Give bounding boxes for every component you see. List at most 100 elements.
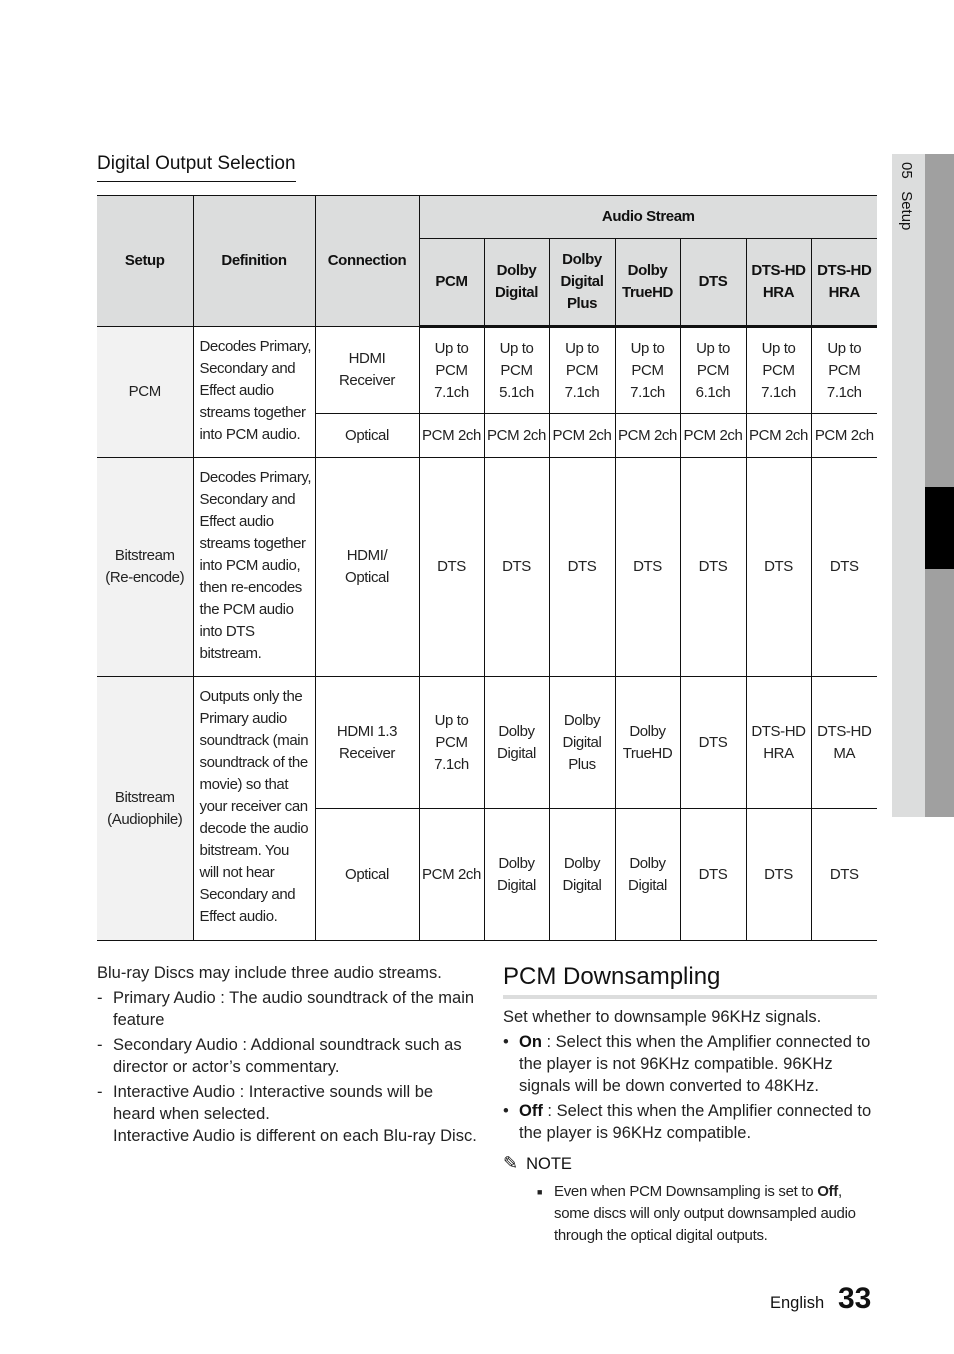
- pencil-icon: ✎: [503, 1153, 519, 1173]
- note-text-bold: Off: [817, 1183, 838, 1200]
- footer-language: English: [770, 1294, 825, 1312]
- option-label: Off: [519, 1102, 543, 1120]
- digital-output-table: Setup Definition Connection Audio Stream…: [97, 195, 878, 941]
- stream-output-cell: DTS: [548, 457, 616, 677]
- table-row: Bitstream (Audiophile) Outputs only the P…: [97, 676, 878, 941]
- header-stream: DTS: [679, 238, 747, 328]
- definition-cell: Decodes Primary, Secondary and Effect au…: [192, 457, 316, 677]
- option-on: • On : Select this when the Amplifier con…: [503, 1031, 877, 1097]
- side-tab-stripe: [925, 154, 954, 817]
- item-text: Interactive Audio : Interactive sounds w…: [113, 1083, 434, 1123]
- stream-output-cell: DTS: [745, 457, 812, 677]
- square-bullet-icon: ■: [537, 1187, 543, 1197]
- stream-output-cell: PCM 2ch: [418, 808, 485, 941]
- stream-output-cell: PCM 2ch: [679, 413, 747, 458]
- list-item: - Interactive Audio : Interactive sounds …: [97, 1081, 477, 1147]
- note-label: NOTE: [526, 1155, 572, 1173]
- audio-streams-notes: Blu-ray Discs may include three audio st…: [97, 962, 477, 1150]
- option-off: • Off : Select this when the Amplifier co…: [503, 1100, 877, 1144]
- stream-output-cell: PCM 2ch: [418, 413, 485, 458]
- header-stream: PCM: [419, 238, 485, 328]
- stream-output-cell: PCM 2ch: [745, 413, 812, 458]
- stream-output-cell: Dolby Digital: [483, 676, 550, 809]
- stream-output-cell: Dolby Digital: [483, 808, 550, 941]
- stream-output-cell: Up to PCM 7.1ch: [548, 326, 616, 414]
- connection-cell: HDMI 1.3 Receiver: [314, 676, 420, 809]
- stream-output-cell: Dolby Digital Plus: [548, 676, 616, 809]
- header-stream: Dolby Digital: [483, 238, 550, 328]
- dash-bullet: -: [97, 1036, 103, 1054]
- stream-output-cell: PCM 2ch: [483, 413, 550, 458]
- bullet-dot-icon: •: [503, 1033, 509, 1051]
- header-connection: Connection: [314, 195, 420, 327]
- setup-cell: PCM: [97, 326, 194, 458]
- table-row: Bitstream (Re-encode) Decodes Primary, Se…: [97, 457, 878, 677]
- stream-output-cell: DTS-HD MA: [810, 676, 878, 809]
- bullet-dot-icon: •: [503, 1102, 509, 1120]
- stream-output-cell: DTS: [483, 457, 550, 677]
- definition-cell: Outputs only the Primary audio soundtrac…: [192, 676, 316, 941]
- header-stream: DTS-HD HRA: [810, 238, 878, 328]
- stream-output-cell: Up to PCM 6.1ch: [679, 326, 747, 414]
- stream-output-cell: DTS: [679, 457, 747, 677]
- header-setup: Setup: [97, 195, 194, 327]
- option-text: : Select this when the Amplifier connect…: [519, 1033, 871, 1095]
- stream-output-cell: Dolby Digital: [548, 808, 616, 941]
- stream-output-cell: DTS: [614, 457, 681, 677]
- stream-output-cell: Dolby TrueHD: [614, 676, 681, 809]
- item-text: Primary Audio : The audio soundtrack of …: [113, 989, 475, 1029]
- option-text: : Select this when the Amplifier connect…: [519, 1102, 872, 1142]
- header-stream: DTS-HD HRA: [745, 238, 812, 328]
- stream-output-cell: Up to PCM 7.1ch: [810, 326, 878, 414]
- connection-cell: HDMI/ Optical: [314, 457, 420, 677]
- header-stream: Dolby Digital Plus: [548, 238, 616, 328]
- side-tab-background: [892, 154, 925, 817]
- table-row: PCM Decodes Primary, Secondary and Effect…: [97, 326, 878, 458]
- stream-output-cell: DTS: [679, 808, 747, 941]
- option-label: On: [519, 1033, 542, 1051]
- item-text: Secondary Audio : Addional soundtrack su…: [113, 1036, 462, 1076]
- connection-cell: Optical: [315, 413, 420, 458]
- header-stream: Dolby TrueHD: [614, 238, 681, 328]
- pcm-intro: Set whether to downsample 96KHz signals.: [503, 1008, 822, 1026]
- stream-output-cell: Up to PCM 7.1ch: [418, 676, 485, 809]
- pcm-downsampling-body: Set whether to downsample 96KHz signals.…: [503, 1006, 877, 1147]
- definition-cell: Decodes Primary, Secondary and Effect au…: [192, 326, 316, 458]
- stream-output-cell: DTS: [679, 676, 747, 809]
- stream-output-cell: DTS-HD HRA: [745, 676, 812, 809]
- stream-output-cell: Dolby Digital: [614, 808, 681, 941]
- stream-output-cell: PCM 2ch: [614, 413, 681, 458]
- connection-cell: HDMI Receiver: [314, 326, 420, 414]
- setup-cell: Bitstream (Re-encode): [97, 457, 194, 677]
- stream-output-cell: Up to PCM 7.1ch: [614, 326, 681, 414]
- side-tab-label: 05 Setup: [898, 162, 915, 230]
- setup-cell: Bitstream (Audiophile): [97, 676, 194, 941]
- stream-output-cell: DTS: [810, 808, 878, 941]
- note-item: ■ Even when PCM Downsampling is set to O…: [537, 1181, 877, 1247]
- page-number: 33: [838, 1282, 872, 1315]
- pcm-downsampling-title: PCM Downsampling: [503, 963, 721, 990]
- stream-output-cell: Up to PCM 7.1ch: [418, 326, 485, 414]
- list-item: - Primary Audio : The audio soundtrack of…: [97, 987, 477, 1031]
- dash-bullet: -: [97, 989, 103, 1007]
- dash-bullet: -: [97, 1083, 103, 1101]
- stream-output-cell: PCM 2ch: [548, 413, 616, 458]
- stream-output-cell: DTS: [418, 457, 485, 677]
- notes-intro: Blu-ray Discs may include three audio st…: [97, 964, 442, 982]
- note-text-part: Even when PCM Downsampling is set to: [554, 1183, 818, 1200]
- chapter-number: 05: [898, 162, 915, 179]
- title-underline: [503, 995, 877, 999]
- chapter-label: Setup: [898, 191, 915, 231]
- list-item: - Secondary Audio : Addional soundtrack s…: [97, 1034, 477, 1078]
- note-text: Even when PCM Downsampling is set to Off…: [537, 1181, 877, 1247]
- header-definition: Definition: [192, 195, 316, 327]
- item-extra-text: Interactive Audio is different on each B…: [113, 1127, 477, 1145]
- stream-output-cell: DTS: [745, 808, 812, 941]
- side-tab-marker: [925, 487, 954, 569]
- stream-output-cell: Up to PCM 5.1ch: [483, 326, 550, 414]
- connection-cell: Optical: [315, 808, 420, 941]
- section-title: Digital Output Selection: [97, 152, 296, 182]
- stream-output-cell: Up to PCM 7.1ch: [745, 326, 812, 414]
- note-heading: ✎ NOTE: [503, 1152, 572, 1175]
- stream-output-cell: PCM 2ch: [810, 413, 878, 458]
